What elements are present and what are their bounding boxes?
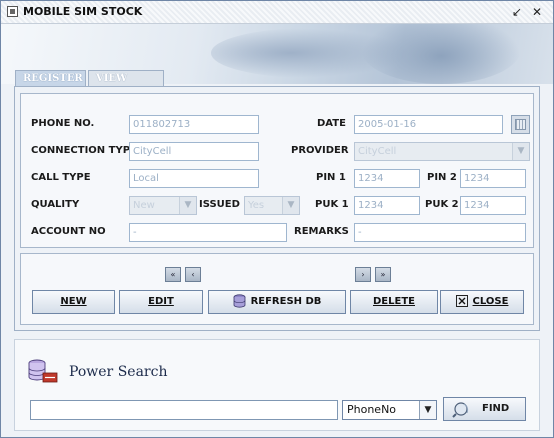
puk2-field[interactable]: 1234 xyxy=(460,196,526,215)
close-icon[interactable]: ✕ xyxy=(529,4,545,20)
restore-icon[interactable]: ↙ xyxy=(509,4,525,20)
title-bar[interactable]: MOBILE SIM STOCK ↙ ✕ xyxy=(1,1,553,24)
find-button-label: FIND xyxy=(482,403,510,414)
puk2-label: PUK 2 xyxy=(425,199,459,210)
pin1-label: PIN 1 xyxy=(316,172,346,183)
date-field[interactable]: 2005-01-16 xyxy=(354,115,503,134)
call-type-field[interactable]: Local xyxy=(129,169,259,188)
power-search-panel: Power Search PhoneNo ▼ FIND xyxy=(14,339,540,431)
account-no-label: ACCOUNT NO xyxy=(31,226,106,237)
pin2-label: PIN 2 xyxy=(427,172,457,183)
pin1-field[interactable]: 1234 xyxy=(354,169,420,188)
search-input[interactable] xyxy=(30,400,338,420)
date-label: DATE xyxy=(317,118,346,129)
next-record-icon[interactable]: › xyxy=(355,267,371,282)
provider-value: CityCell xyxy=(358,146,397,157)
close-button[interactable]: CLOSE xyxy=(440,290,524,314)
delete-button[interactable]: DELETE xyxy=(350,290,438,314)
call-type-label: CALL TYPE xyxy=(31,172,91,183)
last-record-icon[interactable]: » xyxy=(375,267,391,282)
quality-label: QUALITY xyxy=(31,199,80,210)
record-form: PHONE NO. 011802713 DATE 2005-01-16 CONN… xyxy=(20,93,534,248)
new-button-label: NEW xyxy=(60,296,87,307)
chevron-down-icon[interactable]: ▼ xyxy=(419,401,436,419)
provider-select[interactable]: CityCell ▼ xyxy=(354,142,530,161)
account-no-field[interactable]: - xyxy=(129,223,287,242)
power-search-title: Power Search xyxy=(69,364,168,380)
chevron-down-icon[interactable]: ▼ xyxy=(282,197,299,214)
provider-label: PROVIDER xyxy=(291,145,349,156)
quality-value: New xyxy=(133,200,155,211)
window-title: MOBILE SIM STOCK xyxy=(23,5,143,18)
window-icon xyxy=(7,6,18,17)
chevron-down-icon[interactable]: ▼ xyxy=(179,197,196,214)
database-icon xyxy=(233,294,245,308)
new-button[interactable]: NEW xyxy=(32,290,115,314)
first-record-icon[interactable]: « xyxy=(165,267,181,282)
pin2-field[interactable]: 1234 xyxy=(460,169,526,188)
connection-type-field[interactable]: CityCell xyxy=(129,142,259,161)
delete-button-label: DELETE xyxy=(373,296,415,307)
find-button[interactable]: FIND xyxy=(443,397,526,421)
action-group xyxy=(20,253,534,325)
search-icon xyxy=(452,402,469,418)
puk1-label: PUK 1 xyxy=(315,199,349,210)
issued-select[interactable]: Yes ▼ xyxy=(244,196,300,215)
close-button-label: CLOSE xyxy=(472,296,509,307)
remarks-label: REMARKS xyxy=(294,226,349,237)
chevron-down-icon[interactable]: ▼ xyxy=(512,143,529,160)
prev-record-icon[interactable]: ‹ xyxy=(185,267,201,282)
refresh-button-label: REFRESH DB xyxy=(250,296,322,307)
tab-view-data[interactable]: VIEW DATA xyxy=(88,70,164,100)
connection-type-label: CONNECTION TYPE xyxy=(31,145,137,156)
puk1-field[interactable]: 1234 xyxy=(354,196,420,215)
remarks-field[interactable]: - xyxy=(354,223,526,242)
calendar-icon[interactable] xyxy=(511,115,530,134)
edit-button[interactable]: EDIT xyxy=(119,290,203,314)
issued-value: Yes xyxy=(248,200,265,211)
quality-select[interactable]: New ▼ xyxy=(129,196,197,215)
tab-register[interactable]: REGISTER xyxy=(15,70,86,86)
register-panel: PHONE NO. 011802713 DATE 2005-01-16 CONN… xyxy=(14,86,540,331)
search-field-value: PhoneNo xyxy=(347,403,397,416)
phone-no-field[interactable]: 011802713 xyxy=(129,115,259,134)
main-window: MOBILE SIM STOCK ↙ ✕ REGISTER VIEW DATA … xyxy=(0,0,554,438)
phone-no-label: PHONE NO. xyxy=(31,118,95,129)
refresh-db-button[interactable]: REFRESH DB xyxy=(208,290,346,314)
search-field-select[interactable]: PhoneNo ▼ xyxy=(342,400,437,420)
issued-label: ISSUED xyxy=(199,199,240,210)
close-box-icon xyxy=(455,295,468,307)
database-search-icon xyxy=(28,359,58,383)
edit-button-label: EDIT xyxy=(148,296,174,307)
